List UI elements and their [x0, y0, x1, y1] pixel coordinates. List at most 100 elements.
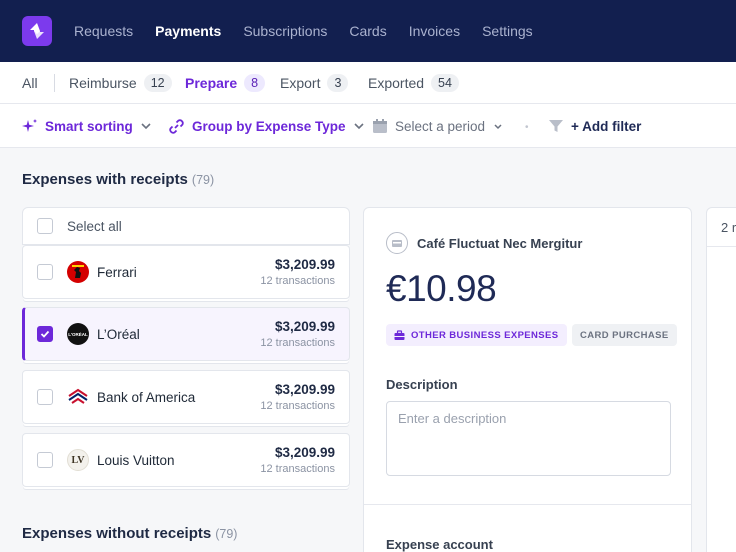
- status-tabs: All Reimburse 12 Prepare 8 Export 3 Expo…: [0, 62, 736, 104]
- type-tag: CARD PURCHASE: [572, 324, 677, 346]
- tab-reimburse[interactable]: Reimburse 12: [69, 62, 172, 104]
- amount-block: $3,209.99 12 transactions: [260, 382, 349, 412]
- section-count: (79): [191, 173, 215, 187]
- nav-cards[interactable]: Cards: [349, 23, 386, 39]
- expense-row-ferrari[interactable]: Ferrari $3,209.99 12 transactions: [22, 245, 350, 299]
- merchant-name: Café Fluctuat Nec Mergitur: [417, 235, 583, 251]
- amount-block: $3,209.99 12 transactions: [260, 257, 349, 287]
- row-checkbox[interactable]: [37, 326, 53, 342]
- description-input[interactable]: [386, 401, 671, 476]
- transactions-count: 12 transactions: [260, 337, 335, 349]
- chevron-down-icon: [141, 123, 151, 130]
- expense-row-louis-vuitton[interactable]: LV Louis Vuitton $3,209.99 12 transactio…: [22, 433, 350, 487]
- tab-label: Exported: [368, 75, 425, 91]
- select-all-row[interactable]: Select all: [22, 207, 350, 245]
- section-title: Expenses with receipts: [22, 171, 188, 188]
- smart-sorting-dropdown[interactable]: Smart sorting: [22, 104, 152, 148]
- section-title-with-receipts: Expenses with receipts (79): [22, 171, 214, 188]
- sparkle-icon: [22, 119, 37, 132]
- separator-dot: •: [525, 122, 529, 133]
- nav-invoices[interactable]: Invoices: [409, 23, 460, 39]
- expense-account-label: Expense account: [386, 537, 493, 552]
- link-icon: [169, 118, 184, 134]
- tab-label: All: [22, 75, 38, 91]
- tab-label: Prepare: [185, 75, 238, 91]
- group-by-dropdown[interactable]: Group by Expense Type: [168, 104, 365, 148]
- add-filter-label: + Add filter: [571, 118, 642, 134]
- category-tag[interactable]: OTHER BUSINESS EXPENSES: [386, 324, 567, 346]
- tab-prepare[interactable]: Prepare 8: [185, 62, 266, 104]
- app-logo[interactable]: [22, 16, 52, 46]
- group-by-label: Group by Expense Type: [192, 118, 346, 134]
- chevron-down-icon: [494, 124, 502, 130]
- tab-all[interactable]: All: [22, 62, 38, 104]
- merchant-header: Café Fluctuat Nec Mergitur: [386, 232, 582, 254]
- tab-count-badge: 8: [244, 74, 266, 92]
- amount-block: $3,209.99 12 transactions: [260, 445, 349, 475]
- tab-divider: [54, 74, 55, 92]
- expense-row-bank-of-america[interactable]: Bank of America $3,209.99 12 transaction…: [22, 370, 350, 424]
- tab-count-badge: 3: [327, 74, 349, 92]
- period-placeholder: Select a period: [395, 118, 486, 134]
- logo-icon: [30, 23, 44, 39]
- store-icon: [386, 232, 408, 254]
- louis-vuitton-logo: LV: [67, 449, 89, 471]
- nav-requests[interactable]: Requests: [74, 23, 133, 39]
- bank-of-america-logo: [67, 386, 89, 408]
- amount: $3,209.99: [274, 445, 335, 460]
- next-panel-text: 2 r: [721, 220, 736, 235]
- transactions-count: 12 transactions: [260, 463, 335, 475]
- divider: [364, 504, 691, 505]
- amount: $3,209.99: [274, 382, 335, 397]
- top-navigation: Requests Payments Subscriptions Cards In…: [0, 0, 736, 62]
- row-checkbox[interactable]: [37, 389, 53, 405]
- type-tag-label: CARD PURCHASE: [580, 329, 669, 341]
- row-checkbox[interactable]: [37, 452, 53, 468]
- row-checkbox[interactable]: [37, 264, 53, 280]
- check-icon: [40, 330, 50, 338]
- add-filter-button[interactable]: + Add filter: [548, 104, 641, 148]
- smart-sorting-label: Smart sorting: [45, 118, 133, 134]
- merchant-name: L’Oréal: [97, 326, 140, 342]
- nav-subscriptions[interactable]: Subscriptions: [243, 23, 327, 39]
- description-label: Description: [386, 377, 458, 392]
- tab-exported[interactable]: Exported 54: [368, 62, 459, 104]
- briefcase-icon: [394, 329, 405, 340]
- ferrari-logo: [67, 261, 89, 283]
- calendar-icon: [373, 119, 387, 133]
- filter-icon: [549, 120, 563, 132]
- divider: [707, 246, 736, 247]
- filter-toolbar: Smart sorting Group by Expense Type Sele…: [0, 104, 736, 148]
- amount-block: $3,209.99 12 transactions: [260, 319, 349, 349]
- transactions-count: 12 transactions: [260, 400, 335, 412]
- tab-count-badge: 54: [431, 74, 459, 92]
- merchant-name: Ferrari: [97, 264, 137, 280]
- expense-detail-panel: Café Fluctuat Nec Mergitur €10.98 OTHER …: [363, 207, 692, 552]
- flag-icon: [68, 388, 88, 404]
- nav-settings[interactable]: Settings: [482, 23, 533, 39]
- loreal-logo: L'ORÉAL: [67, 323, 89, 345]
- tab-label: Export: [280, 75, 321, 91]
- tab-label: Reimburse: [69, 75, 137, 91]
- next-panel[interactable]: 2 r: [706, 207, 736, 552]
- expense-list: Select all Ferrari $3,209.99 12 transact…: [22, 207, 350, 487]
- tab-count-badge: 12: [143, 74, 172, 92]
- prancing-horse-icon: [72, 265, 84, 278]
- tab-export[interactable]: Export 3: [280, 62, 349, 104]
- section-title-without-receipts: Expenses without receipts (79): [22, 525, 237, 542]
- amount: $3,209.99: [274, 319, 335, 334]
- nav-payments[interactable]: Payments: [155, 23, 221, 39]
- transactions-count: 12 transactions: [260, 275, 335, 287]
- section-title: Expenses without receipts: [22, 525, 212, 542]
- amount: $3,209.99: [274, 257, 335, 272]
- merchant-name: Louis Vuitton: [97, 452, 175, 468]
- expense-amount: €10.98: [386, 268, 497, 309]
- merchant-name: Bank of America: [97, 389, 196, 405]
- select-all-label: Select all: [67, 218, 122, 234]
- expense-row-loreal[interactable]: L'ORÉAL L’Oréal $3,209.99 12 transaction…: [22, 307, 350, 361]
- select-all-checkbox[interactable]: [37, 218, 53, 234]
- section-count: (79): [215, 527, 238, 541]
- chevron-down-icon: [353, 123, 364, 130]
- period-select[interactable]: Select a period: [372, 104, 504, 148]
- category-tag-label: OTHER BUSINESS EXPENSES: [411, 329, 559, 341]
